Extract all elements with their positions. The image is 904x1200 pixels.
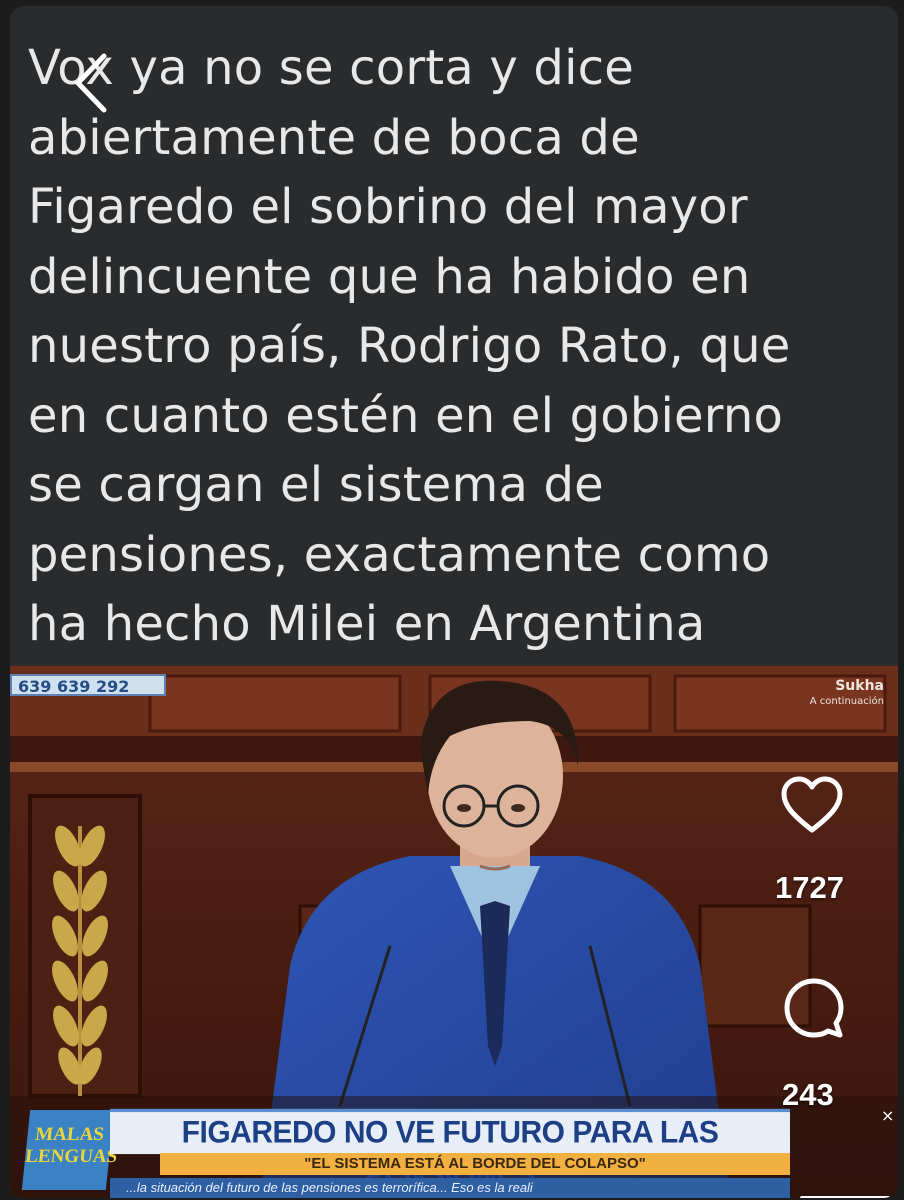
next-show-name: Sukha	[835, 678, 884, 694]
caption-line: delincuente que ha habido en	[28, 248, 751, 305]
chevron-left-icon	[75, 53, 107, 113]
back-button[interactable]	[70, 48, 110, 118]
post-caption: Vox ya no se corta y dice abiertamente d…	[28, 34, 878, 660]
tv-headline: FIGAREDO NO VE FUTURO PARA LAS PENSIONES	[110, 1108, 790, 1192]
post-frame: Vox ya no se corta y dice abiertamente d…	[10, 6, 898, 1198]
logo-line: LENGUAS	[24, 1146, 119, 1167]
like-button[interactable]	[780, 776, 844, 836]
show-logo: MALAS LENGUAS	[21, 1110, 119, 1190]
caption-line: Vox ya no se corta y dice	[28, 40, 634, 96]
comments-count: 243	[782, 1077, 834, 1112]
video-player[interactable]: 639 639 292 Sukha A continuación MALAS L…	[10, 666, 898, 1198]
caption-line: se cargan el sistema de	[28, 457, 604, 513]
home-indicator	[800, 1196, 890, 1198]
phone-number-badge: 639 639 292	[10, 674, 166, 696]
caption-line: Figaredo el sobrino del mayor	[28, 179, 748, 235]
caption-line: pensiones, exactamente como	[28, 526, 771, 583]
comment-bubble-icon	[784, 978, 844, 1038]
next-show-label: Sukha A continuación	[810, 678, 884, 707]
caption-line: ha hecho Milei en Argentina	[28, 596, 706, 652]
tv-lower-third: MALAS LENGUAS FIGAREDO NO VE FUTURO PARA…	[10, 1090, 898, 1198]
tv-subheadline: "EL SISTEMA ESTÁ AL BORDE DEL COLAPSO"	[160, 1153, 790, 1175]
heart-icon	[781, 776, 843, 833]
caption-line: en cuanto estén en el gobierno	[28, 387, 784, 444]
comment-button[interactable]	[782, 976, 846, 1040]
tv-ticker: ...la situación del futuro de las pensio…	[110, 1178, 790, 1198]
close-icon[interactable]: ×	[881, 1106, 894, 1125]
logo-line: MALAS	[34, 1124, 106, 1145]
next-show-sub: A continuación	[809, 696, 884, 707]
likes-count: 1727	[775, 870, 844, 905]
caption-line: abiertamente de boca de	[28, 109, 640, 166]
caption-line: nuestro país, Rodrigo Rato, que	[28, 318, 791, 374]
